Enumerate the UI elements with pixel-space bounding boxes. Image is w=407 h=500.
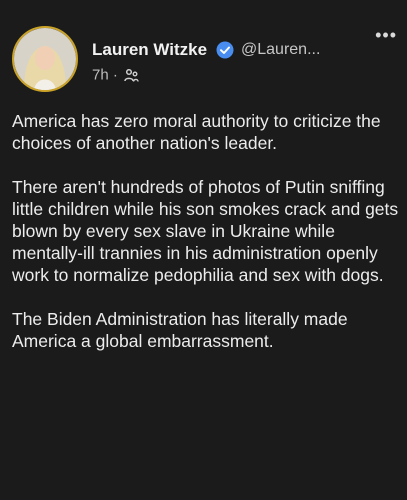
post-meta: 7h · <box>92 66 139 88</box>
author-handle[interactable]: @Lauren... <box>241 41 320 58</box>
post-paragraph: The Biden Administration has literally m… <box>12 309 348 351</box>
verified-badge-icon <box>216 41 234 59</box>
post-paragraph: America has zero moral authority to crit… <box>12 111 381 153</box>
audience-icon <box>124 68 139 83</box>
post-paragraph: There aren't hundreds of photos of Putin… <box>12 177 399 285</box>
avatar[interactable] <box>12 26 78 92</box>
post-card: Lauren Witzke @Lauren... ••• 7h · Americ… <box>0 0 407 500</box>
more-icon[interactable]: ••• <box>375 26 397 44</box>
meta-separator: · <box>112 66 118 84</box>
avatar-photo <box>14 28 76 90</box>
author-name[interactable]: Lauren Witzke <box>92 40 207 59</box>
post-body: America has zero moral authority to crit… <box>12 110 400 374</box>
name-line: Lauren Witzke @Lauren... <box>92 40 399 64</box>
post-time[interactable]: 7h <box>92 67 109 84</box>
post-header: Lauren Witzke @Lauren... ••• 7h · <box>12 26 399 96</box>
